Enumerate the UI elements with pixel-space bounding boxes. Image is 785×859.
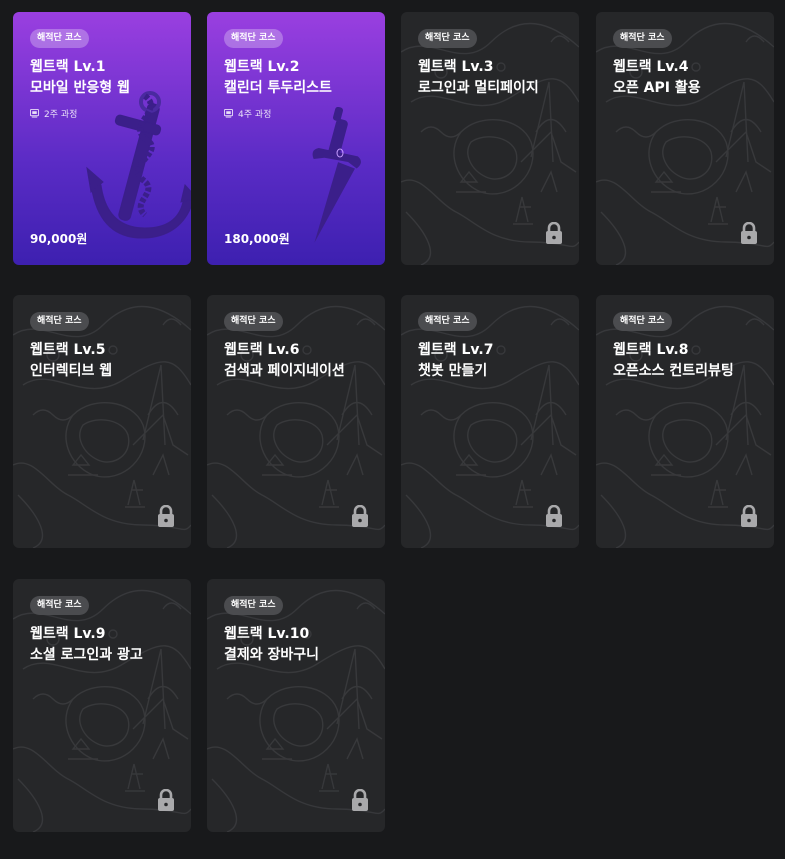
- course-badge: 해적단 코스: [224, 29, 283, 48]
- course-duration: 4주 과정: [224, 107, 271, 120]
- course-price: 180,000원: [224, 232, 290, 246]
- monitor-icon: [30, 109, 39, 118]
- lock-icon: [352, 505, 368, 527]
- course-badge: 해적단 코스: [613, 312, 672, 331]
- course-card-lv8[interactable]: 해적단 코스 웹트랙 Lv.8 오픈소스 컨트리뷰팅: [596, 295, 774, 548]
- lock-icon: [546, 222, 562, 244]
- course-title-topic: 검색과 페이지네이션: [224, 363, 345, 379]
- course-title-level: 웹트랙 Lv.9: [30, 626, 106, 642]
- course-title: 웹트랙 Lv.6 검색과 페이지네이션: [224, 340, 375, 382]
- course-title: 웹트랙 Lv.9 소셜 로그인과 광고: [30, 624, 181, 666]
- lock-icon: [158, 789, 174, 811]
- course-price: 90,000원: [30, 232, 88, 246]
- course-title-topic: 챗봇 만들기: [418, 363, 488, 379]
- course-card-lv4[interactable]: 해적단 코스 웹트랙 Lv.4 오픈 API 활용: [596, 12, 774, 265]
- course-duration: 2주 과정: [30, 107, 77, 120]
- course-badge: 해적단 코스: [30, 29, 89, 48]
- lock-icon: [741, 222, 757, 244]
- course-card-lv7[interactable]: 해적단 코스 웹트랙 Lv.7 챗봇 만들기: [401, 295, 579, 548]
- course-title-level: 웹트랙 Lv.1: [30, 59, 106, 75]
- course-title-topic: 인터렉티브 웹: [30, 363, 113, 379]
- course-title-topic: 결제와 장바구니: [224, 647, 320, 663]
- lock-icon: [352, 789, 368, 811]
- course-card-lv1[interactable]: 해적단 코스 웹트랙 Lv.1 모바일 반응형 웹 2주 과정 90,000원: [13, 12, 191, 265]
- course-badge: 해적단 코스: [30, 312, 89, 331]
- course-card-lv2[interactable]: 해적단 코스 웹트랙 Lv.2 캘린더 투두리스트 4주 과정 180,000원: [207, 12, 385, 265]
- course-title: 웹트랙 Lv.2 캘린더 투두리스트: [224, 57, 375, 99]
- course-badge: 해적단 코스: [224, 596, 283, 615]
- course-title-topic: 캘린더 투두리스트: [224, 80, 332, 96]
- course-card-lv9[interactable]: 해적단 코스 웹트랙 Lv.9 소셜 로그인과 광고: [13, 579, 191, 832]
- course-title-level: 웹트랙 Lv.4: [613, 59, 689, 75]
- course-title-level: 웹트랙 Lv.7: [418, 342, 494, 358]
- course-duration-text: 2주 과정: [44, 110, 78, 120]
- course-title: 웹트랙 Lv.3 로그인과 멀티페이지: [418, 57, 569, 99]
- course-badge: 해적단 코스: [418, 312, 477, 331]
- course-card-lv6[interactable]: 해적단 코스 웹트랙 Lv.6 검색과 페이지네이션: [207, 295, 385, 548]
- course-title: 웹트랙 Lv.7 챗봇 만들기: [418, 340, 569, 382]
- course-title: 웹트랙 Lv.5 인터렉티브 웹: [30, 340, 181, 382]
- course-title-level: 웹트랙 Lv.2: [224, 59, 300, 75]
- course-title-level: 웹트랙 Lv.3: [418, 59, 494, 75]
- course-title: 웹트랙 Lv.10 결제와 장바구니: [224, 624, 375, 666]
- course-card-lv10[interactable]: 해적단 코스 웹트랙 Lv.10 결제와 장바구니: [207, 579, 385, 832]
- course-title: 웹트랙 Lv.8 오픈소스 컨트리뷰팅: [613, 340, 764, 382]
- course-duration-text: 4주 과정: [238, 110, 272, 120]
- course-title-topic: 로그인과 멀티페이지: [418, 80, 539, 96]
- course-title-level: 웹트랙 Lv.10: [224, 626, 310, 642]
- lock-icon: [158, 505, 174, 527]
- lock-icon: [741, 505, 757, 527]
- dagger-icon: [312, 107, 361, 243]
- course-card-lv3[interactable]: 해적단 코스 웹트랙 Lv.3 로그인과 멀티페이지: [401, 12, 579, 265]
- course-title-level: 웹트랙 Lv.6: [224, 342, 300, 358]
- course-badge: 해적단 코스: [418, 29, 477, 48]
- course-title-topic: 오픈소스 컨트리뷰팅: [613, 363, 734, 379]
- anchor-icon: [86, 91, 191, 239]
- monitor-icon: [224, 109, 233, 118]
- course-badge: 해적단 코스: [224, 312, 283, 331]
- course-badge: 해적단 코스: [30, 596, 89, 615]
- course-badge: 해적단 코스: [613, 29, 672, 48]
- course-title-topic: 오픈 API 활용: [613, 80, 701, 96]
- course-title-level: 웹트랙 Lv.8: [613, 342, 689, 358]
- course-title-topic: 소셜 로그인과 광고: [30, 647, 143, 663]
- course-title-level: 웹트랙 Lv.5: [30, 342, 106, 358]
- lock-icon: [546, 505, 562, 527]
- course-title: 웹트랙 Lv.4 오픈 API 활용: [613, 57, 764, 99]
- course-card-lv5[interactable]: 해적단 코스 웹트랙 Lv.5 인터렉티브 웹: [13, 295, 191, 548]
